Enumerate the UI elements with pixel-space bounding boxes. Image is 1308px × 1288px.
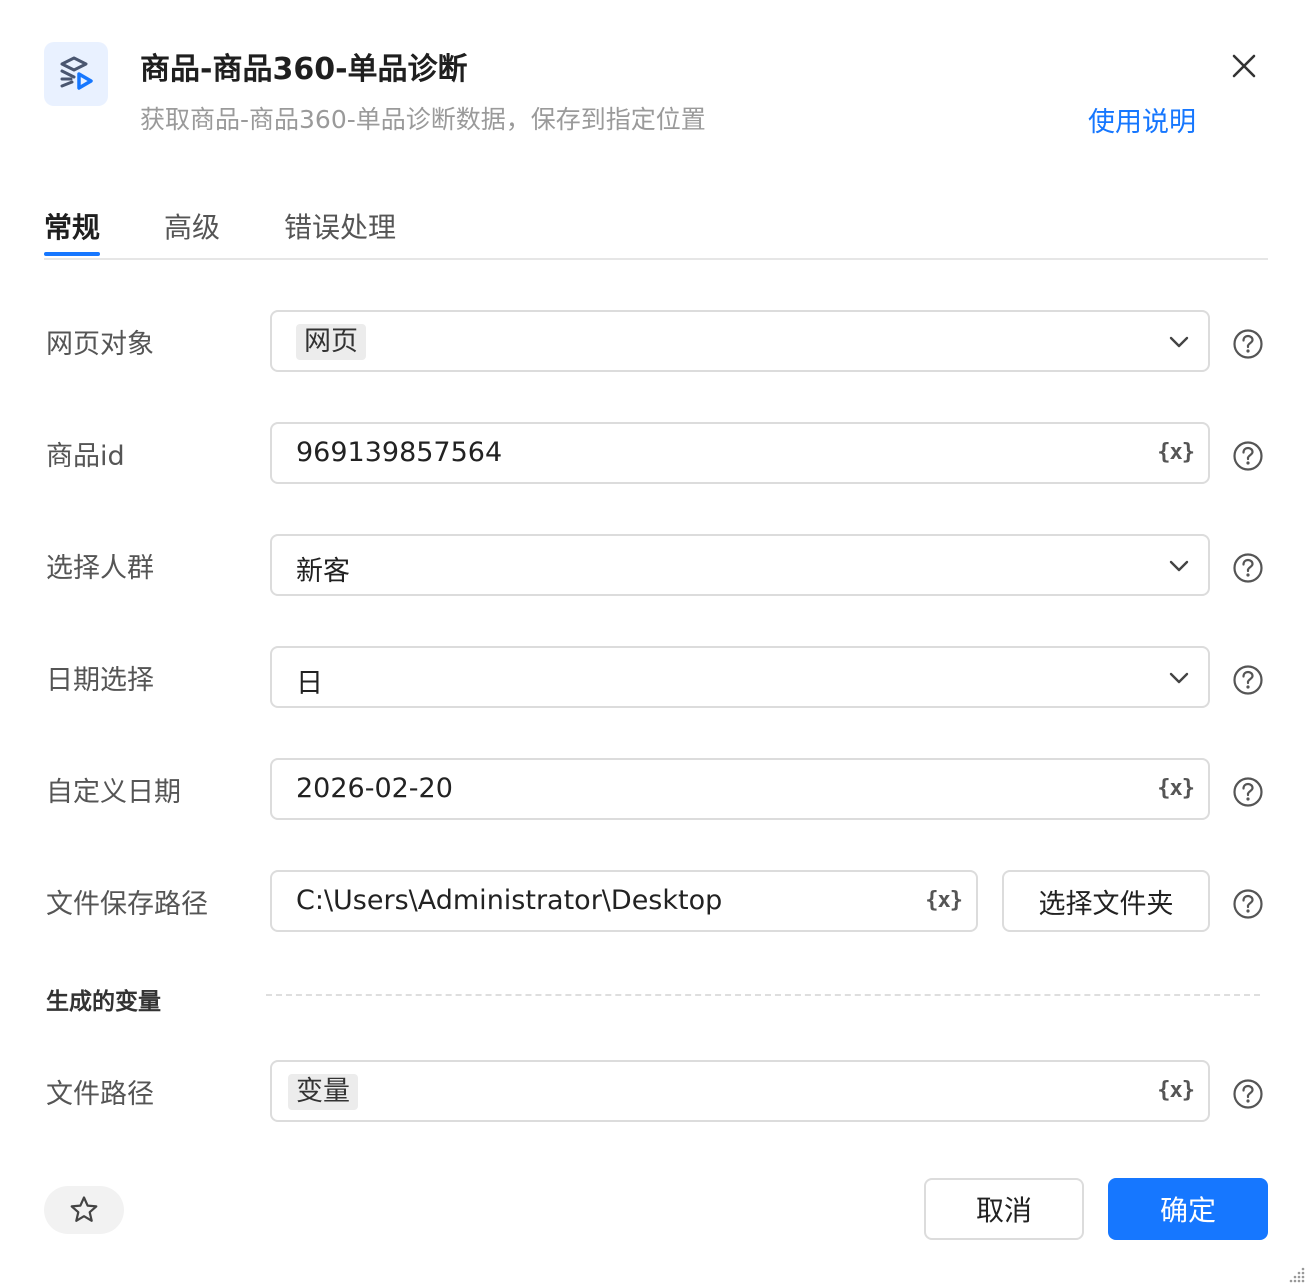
- tab-general[interactable]: 常规: [44, 206, 100, 246]
- web-object-label: 网页对象: [46, 329, 154, 360]
- web-object-tag: 网页: [296, 324, 366, 360]
- active-tab-indicator: [44, 252, 100, 256]
- question-mark-icon[interactable]: [1232, 888, 1264, 920]
- cancel-button[interactable]: 取消: [924, 1178, 1084, 1240]
- tab-bar: 常规 高级 错误处理: [44, 200, 1268, 260]
- audience-select[interactable]: 新客: [270, 534, 1210, 596]
- audience-value: 新客: [296, 556, 350, 587]
- file-path-label: 文件路径: [46, 1079, 154, 1110]
- chevron-down-icon: [1169, 560, 1189, 572]
- tab-advanced[interactable]: 高级: [164, 206, 220, 246]
- close-icon: [1232, 54, 1256, 78]
- usage-guide-link[interactable]: 使用说明: [1088, 100, 1196, 139]
- audience-label: 选择人群: [46, 553, 154, 584]
- question-mark-icon[interactable]: [1232, 1078, 1264, 1110]
- product-id-value: 969139857564: [296, 437, 503, 468]
- save-path-input[interactable]: C:\Users\Administrator\Desktop {x}: [270, 870, 978, 932]
- custom-date-label: 自定义日期: [46, 777, 181, 808]
- close-button[interactable]: [1226, 48, 1262, 84]
- custom-date-input[interactable]: 2026-02-20 {x}: [270, 758, 1210, 820]
- tab-error-handling[interactable]: 错误处理: [284, 206, 396, 246]
- question-mark-icon[interactable]: [1232, 440, 1264, 472]
- variable-icon[interactable]: {x}: [925, 888, 963, 913]
- product-play-icon: [44, 42, 108, 106]
- variable-tag: 变量: [288, 1074, 358, 1110]
- favorite-button[interactable]: [44, 1186, 124, 1234]
- custom-date-value: 2026-02-20: [296, 773, 453, 804]
- question-mark-icon[interactable]: [1232, 776, 1264, 808]
- date-type-select[interactable]: 日: [270, 646, 1210, 708]
- product-id-input[interactable]: 969139857564 {x}: [270, 422, 1210, 484]
- product-id-label: 商品id: [46, 441, 125, 472]
- chevron-down-icon: [1169, 672, 1189, 684]
- generated-variables-heading: 生成的变量: [46, 989, 161, 1015]
- date-type-label: 日期选择: [46, 665, 154, 696]
- dialog-title: 商品-商品360-单品诊断: [140, 52, 468, 87]
- variable-icon[interactable]: {x}: [1157, 1078, 1195, 1103]
- question-mark-icon[interactable]: [1232, 552, 1264, 584]
- variable-icon[interactable]: {x}: [1157, 440, 1195, 465]
- section-divider: [266, 994, 1260, 996]
- confirm-button[interactable]: 确定: [1108, 1178, 1268, 1240]
- chevron-down-icon: [1169, 336, 1189, 348]
- dialog-subtitle: 获取商品-商品360-单品诊断数据，保存到指定位置: [140, 105, 706, 134]
- question-mark-icon[interactable]: [1232, 328, 1264, 360]
- variable-icon[interactable]: {x}: [1157, 776, 1195, 801]
- star-icon: [70, 1196, 98, 1222]
- question-mark-icon[interactable]: [1232, 664, 1264, 696]
- resize-grip-icon[interactable]: [1288, 1266, 1306, 1284]
- select-folder-button[interactable]: 选择文件夹: [1002, 870, 1210, 932]
- save-path-label: 文件保存路径: [46, 889, 208, 920]
- save-path-value: C:\Users\Administrator\Desktop: [296, 885, 723, 916]
- file-path-variable-input[interactable]: 变量 {x}: [270, 1060, 1210, 1122]
- web-object-select[interactable]: 网页: [270, 310, 1210, 372]
- date-type-value: 日: [296, 668, 323, 699]
